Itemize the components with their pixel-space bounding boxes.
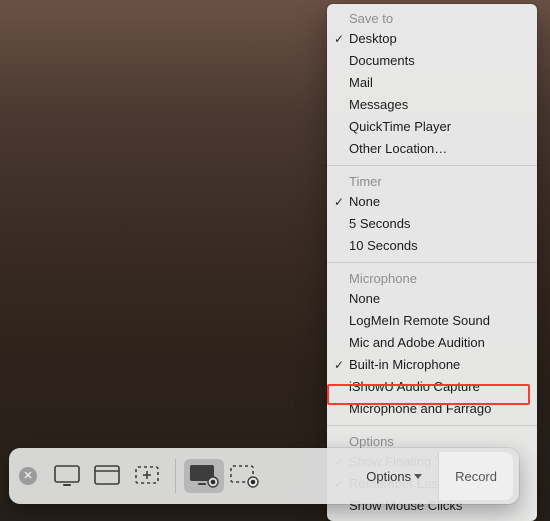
menu-item-label: None — [349, 194, 380, 209]
menu-item-mic-none[interactable]: None — [327, 288, 537, 310]
selection-record-icon — [229, 464, 259, 488]
screenshot-toolbar: ✕ — [9, 448, 519, 504]
menu-item-messages[interactable]: Messages — [327, 94, 537, 116]
record-button[interactable]: Record — [438, 452, 513, 500]
menu-header-microphone: Microphone — [327, 268, 537, 288]
menu-item-documents[interactable]: Documents — [327, 50, 537, 72]
menu-item-label: Desktop — [349, 31, 397, 46]
screen-icon — [54, 465, 80, 487]
menu-item-label: Mic and Adobe Audition — [349, 335, 485, 350]
menu-item-label: iShowU Audio Capture — [349, 379, 480, 394]
close-button[interactable]: ✕ — [19, 467, 37, 485]
close-icon: ✕ — [23, 471, 32, 482]
menu-item-mic-ishowu[interactable]: iShowU Audio Capture — [327, 376, 537, 398]
options-button-label: Options — [366, 469, 411, 484]
menu-item-mic-builtin[interactable]: ✓ Built-in Microphone — [327, 354, 537, 376]
menu-item-label: None — [349, 291, 380, 306]
chevron-down-icon — [414, 474, 422, 479]
menu-item-label: Other Location… — [349, 141, 447, 156]
record-selected-portion-button[interactable] — [224, 459, 264, 493]
menu-header-timer: Timer — [327, 171, 537, 191]
menu-separator — [327, 165, 537, 166]
menu-item-timer-none[interactable]: ✓ None — [327, 191, 537, 213]
menu-item-timer-10s[interactable]: 10 Seconds — [327, 235, 537, 257]
capture-entire-screen-button[interactable] — [47, 459, 87, 493]
menu-separator — [327, 425, 537, 426]
menu-item-label: Messages — [349, 97, 408, 112]
menu-item-mic-farrago[interactable]: Microphone and Farrago — [327, 398, 537, 420]
window-icon — [94, 465, 120, 487]
capture-selected-window-button[interactable] — [87, 459, 127, 493]
menu-item-label: QuickTime Player — [349, 119, 451, 134]
options-menu: Save to ✓ Desktop Documents Mail Message… — [327, 4, 537, 521]
capture-selected-portion-button[interactable] — [127, 459, 167, 493]
menu-item-label: LogMeIn Remote Sound — [349, 313, 490, 328]
menu-item-label: Mail — [349, 75, 373, 90]
menu-item-label: Documents — [349, 53, 415, 68]
record-entire-screen-button[interactable] — [184, 459, 224, 493]
menu-item-label: Microphone and Farrago — [349, 401, 491, 416]
options-button[interactable]: Options — [354, 456, 434, 496]
record-button-label: Record — [455, 469, 497, 484]
menu-item-timer-5s[interactable]: 5 Seconds — [327, 213, 537, 235]
check-icon: ✓ — [332, 193, 346, 211]
screen-record-icon — [189, 464, 219, 488]
menu-item-mic-adobe-audition[interactable]: Mic and Adobe Audition — [327, 332, 537, 354]
toolbar-divider — [175, 459, 176, 493]
menu-separator — [327, 262, 537, 263]
menu-item-label: 5 Seconds — [349, 216, 410, 231]
menu-header-save-to: Save to — [327, 8, 537, 28]
menu-item-mail[interactable]: Mail — [327, 72, 537, 94]
menu-item-mic-logmein[interactable]: LogMeIn Remote Sound — [327, 310, 537, 332]
check-icon: ✓ — [332, 356, 346, 374]
menu-item-other-location[interactable]: Other Location… — [327, 138, 537, 160]
check-icon: ✓ — [332, 30, 346, 48]
menu-item-label: Built-in Microphone — [349, 357, 460, 372]
selection-icon — [134, 465, 160, 487]
record-segment — [184, 459, 264, 493]
menu-item-desktop[interactable]: ✓ Desktop — [327, 28, 537, 50]
menu-item-quicktime-player[interactable]: QuickTime Player — [327, 116, 537, 138]
menu-item-label: 10 Seconds — [349, 238, 418, 253]
capture-segment — [47, 459, 167, 493]
